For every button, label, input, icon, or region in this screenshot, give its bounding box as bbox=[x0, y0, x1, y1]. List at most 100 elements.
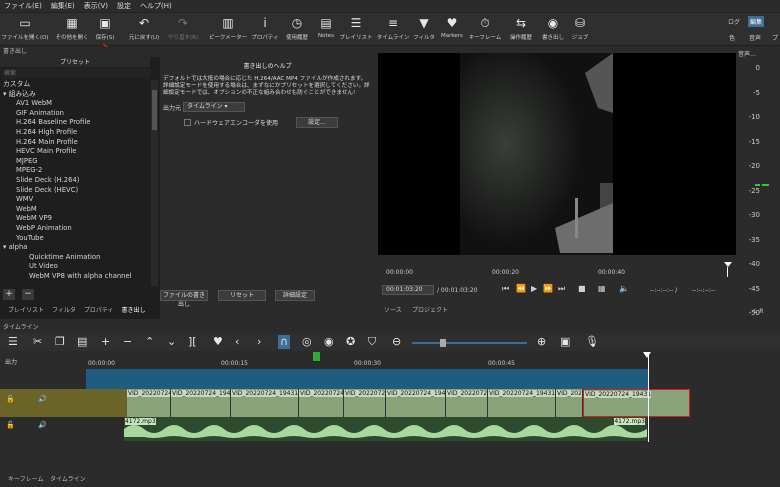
timeline-playhead[interactable] bbox=[643, 352, 651, 358]
zoom-slider-handle[interactable] bbox=[440, 339, 446, 347]
video-clip[interactable]: VID_20220724_194 bbox=[171, 389, 231, 417]
skip-start-icon[interactable]: ⏮ bbox=[502, 284, 509, 294]
meter-label: 0 bbox=[755, 64, 760, 72]
marker-add-icon[interactable]: ♥ bbox=[213, 335, 223, 349]
preset-item[interactable]: Quicktime Animation bbox=[0, 253, 150, 263]
preset-item[interactable]: H.264 High Profile bbox=[0, 128, 150, 138]
video-clip[interactable]: VID_20220724_19431 bbox=[231, 389, 299, 417]
meter-label: -15 bbox=[748, 137, 760, 146]
preset-item[interactable]: Ut Video bbox=[0, 262, 150, 272]
tab-playlist[interactable]: プレイリスト bbox=[8, 305, 44, 314]
timeline-ruler[interactable]: 00:00:00 00:00:15 00:00:30 00:00:45 bbox=[86, 352, 651, 369]
video-frame-image bbox=[460, 53, 613, 255]
append-icon[interactable]: + bbox=[101, 335, 110, 349]
fast-forward-icon[interactable]: ⏩ bbox=[543, 284, 553, 293]
video-track[interactable]: VID_20220724 VID_20220724_194 VID_20220724… bbox=[86, 389, 690, 417]
preset-item[interactable]: WMV bbox=[0, 195, 150, 205]
preset-item[interactable]: カスタム bbox=[0, 80, 150, 90]
prev-marker-icon[interactable]: ‹ bbox=[235, 335, 239, 349]
preset-item[interactable]: GIF Animation bbox=[0, 109, 150, 119]
lift-icon[interactable]: ⌃ bbox=[145, 335, 154, 349]
tab-project[interactable]: プロジェクト bbox=[412, 305, 448, 314]
preset-scrollbar-thumb[interactable] bbox=[152, 90, 157, 130]
preset-item[interactable]: WebM VP9 bbox=[0, 214, 150, 224]
tab-export[interactable]: 書き出し bbox=[122, 305, 146, 314]
export-file-button[interactable]: ファイルの書き出し bbox=[160, 290, 208, 308]
video-clip[interactable]: VID_20220724_19431 bbox=[583, 389, 690, 417]
video-clip[interactable]: VID_20220724 bbox=[127, 389, 171, 417]
snap-icon[interactable]: ∩ bbox=[278, 335, 291, 349]
preset-item[interactable]: H.264 Baseline Profile bbox=[0, 118, 150, 128]
ripple-markers-icon[interactable]: ⛉ bbox=[368, 335, 376, 349]
tab-timeline[interactable]: タイムライン bbox=[50, 474, 86, 483]
current-timecode-input[interactable]: 00:01:03:20 bbox=[382, 285, 434, 295]
advanced-button[interactable]: 詳細設定 bbox=[275, 290, 315, 301]
timeline-marker[interactable] bbox=[313, 352, 320, 361]
copy-icon[interactable]: ❐ bbox=[55, 335, 65, 349]
skip-end-icon[interactable]: ⏭ bbox=[558, 284, 565, 294]
preset-item[interactable]: WebM VP8 with alpha channel bbox=[0, 272, 150, 282]
next-marker-icon[interactable]: › bbox=[257, 335, 261, 349]
grid-icon[interactable]: ▦ bbox=[598, 284, 606, 293]
remove-icon[interactable]: − bbox=[123, 335, 132, 349]
video-clip[interactable]: VID_2022072 bbox=[446, 389, 488, 417]
cut-icon[interactable]: ✂ bbox=[33, 335, 42, 349]
remove-preset-button[interactable]: − bbox=[22, 289, 34, 300]
a1-track-header[interactable]: 🔓 🔊 bbox=[0, 417, 86, 441]
preset-item[interactable]: MJPEG bbox=[0, 157, 150, 167]
timeline-menu-icon[interactable]: ☰ bbox=[8, 335, 18, 349]
mute-icon-a1[interactable]: 🔊 bbox=[38, 421, 47, 429]
output-source-select[interactable]: タイムライン ▾ bbox=[183, 102, 246, 112]
record-audio-icon[interactable]: 🎙 bbox=[585, 335, 599, 349]
preset-item[interactable]: MPEG-2 bbox=[0, 166, 150, 176]
paste-icon[interactable]: ▤ bbox=[77, 335, 87, 349]
zoom-in-icon[interactable]: ⊕ bbox=[537, 335, 546, 349]
video-clip[interactable]: VID_2022072 bbox=[344, 389, 386, 417]
zoom-fit-icon[interactable]: ▣ bbox=[560, 335, 570, 349]
lock-icon[interactable]: 🔓 bbox=[6, 395, 15, 403]
play-icon[interactable]: ▶ bbox=[531, 284, 537, 293]
volume-icon[interactable]: 🔈 bbox=[619, 284, 629, 293]
video-clip[interactable]: VID_2022 bbox=[556, 389, 583, 417]
preset-item[interactable]: ▾ alpha bbox=[0, 243, 150, 253]
preset-item[interactable]: HEVC Main Profile bbox=[0, 147, 150, 157]
viewer-ruler[interactable]: 00:00:00 00:00:20 00:00:40 bbox=[378, 262, 736, 282]
preset-item[interactable]: YouTube bbox=[0, 234, 150, 244]
video-clip-name: VID_2022 bbox=[556, 390, 582, 397]
viewer-playhead[interactable] bbox=[724, 262, 732, 277]
preset-item[interactable]: H.264 Main Profile bbox=[0, 138, 150, 148]
ripple-all-icon[interactable]: ✪ bbox=[346, 335, 355, 349]
zoom-out-icon[interactable]: ⊖ bbox=[392, 335, 401, 349]
lock-icon-a1[interactable]: 🔓 bbox=[6, 421, 15, 429]
preset-search-input[interactable]: 検索 bbox=[1, 68, 151, 79]
rewind-icon[interactable]: ⏪ bbox=[516, 284, 526, 293]
video-clip[interactable]: VID_20220724_194 bbox=[386, 389, 446, 417]
hw-config-button[interactable]: 設定... bbox=[296, 117, 339, 128]
preset-item[interactable]: WebM bbox=[0, 205, 150, 215]
help-text: デフォルトでは大抵の場合に応じた H.264/AAC MP4 ファイルが作成され… bbox=[163, 76, 370, 96]
audio-clip[interactable]: 4172.mp3 4172.mp3 bbox=[124, 417, 647, 441]
preset-item[interactable]: AV1 WebM bbox=[0, 99, 150, 109]
overwrite-icon[interactable]: ⌄ bbox=[167, 335, 176, 349]
tab-keyframes[interactable]: キーフレーム bbox=[8, 474, 43, 483]
preset-item[interactable]: ▾ 組み込み bbox=[0, 90, 150, 100]
preset-item[interactable]: Slide Deck (HEVC) bbox=[0, 186, 150, 196]
tab-source[interactable]: ソース bbox=[384, 305, 402, 314]
hw-encoder-checkbox[interactable] bbox=[184, 119, 191, 126]
stop-icon[interactable]: ■ bbox=[578, 284, 586, 293]
reset-button[interactable]: リセット bbox=[218, 290, 266, 301]
mute-icon[interactable]: 🔊 bbox=[38, 395, 47, 403]
ripple-icon[interactable]: ◉ bbox=[324, 335, 334, 349]
hw-encoder-label: ハードウェアエンコーダを使用 bbox=[194, 120, 279, 127]
tab-filters[interactable]: フィルタ bbox=[52, 305, 76, 314]
add-preset-button[interactable]: + bbox=[3, 289, 15, 300]
preset-item[interactable]: WebP Animation bbox=[0, 224, 150, 234]
scrub-icon[interactable]: ◎ bbox=[302, 335, 312, 349]
video-clip[interactable]: VID_20220724 bbox=[299, 389, 344, 417]
video-clip[interactable]: VID_20220724_19431 bbox=[488, 389, 556, 417]
v1-track-header[interactable]: 🔓 🔊 bbox=[0, 389, 86, 417]
split-icon[interactable]: ][ bbox=[188, 335, 197, 349]
tab-properties[interactable]: プロパティ bbox=[84, 305, 114, 314]
zoom-slider[interactable] bbox=[412, 342, 527, 344]
preset-item[interactable]: Slide Deck (H.264) bbox=[0, 176, 150, 186]
